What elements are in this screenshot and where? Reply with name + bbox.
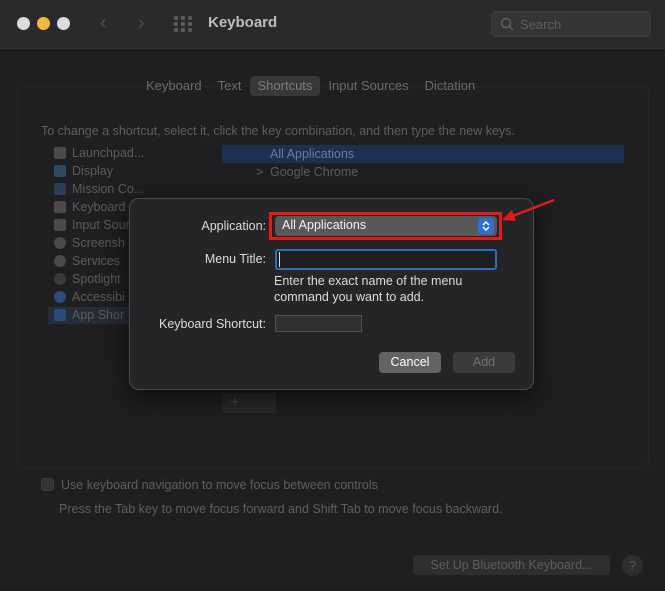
category-label: Accessibi <box>72 290 125 304</box>
category-keyboard[interactable]: Keyboard <box>54 199 126 216</box>
application-label: Application: <box>201 219 266 233</box>
minimize-window-button[interactable] <box>37 17 50 30</box>
mission-control-icon <box>54 183 66 195</box>
category-label: App Shor <box>72 308 125 322</box>
tab-text[interactable]: Text <box>210 76 250 96</box>
hint-line-1: Enter the exact name of the menu <box>274 274 463 288</box>
tab-bar: Keyboard Text Shortcuts Input Sources Di… <box>138 76 483 96</box>
help-button[interactable]: ? <box>622 555 643 576</box>
category-screenshots[interactable]: Screensh <box>54 235 125 252</box>
keyboard-shortcut-label: Keyboard Shortcut: <box>158 317 266 331</box>
gear-icon <box>54 255 66 267</box>
category-label: Screensh <box>72 236 125 250</box>
category-label: Services <box>72 254 120 268</box>
category-accessibility[interactable]: Accessibi <box>54 289 125 306</box>
category-launchpad[interactable]: Launchpad... <box>54 145 144 162</box>
display-icon <box>54 165 66 177</box>
category-label: Keyboard <box>72 200 126 214</box>
annotation-arrow-icon <box>502 198 555 221</box>
category-display[interactable]: Display <box>54 163 113 180</box>
hint-line-2: command you want to add. <box>274 290 425 304</box>
keyboard-icon <box>54 201 66 213</box>
tab-dictation[interactable]: Dictation <box>417 76 484 96</box>
menu-title-input[interactable] <box>275 249 497 270</box>
keyboard-navigation-checkbox[interactable] <box>41 478 54 491</box>
category-mission-control[interactable]: Mission Co... <box>54 181 144 198</box>
close-window-button[interactable] <box>17 17 30 30</box>
category-services[interactable]: Services <box>54 253 120 270</box>
add-button[interactable]: Add <box>453 352 515 373</box>
tab-keyboard[interactable]: Keyboard <box>138 76 210 96</box>
screenshot-icon <box>54 237 66 249</box>
tab-shortcuts[interactable]: Shortcuts <box>249 76 321 96</box>
text-caret <box>279 252 280 267</box>
list-item-label: All Applications <box>270 147 355 161</box>
search-field[interactable] <box>491 11 651 37</box>
app-store-icon <box>54 309 66 321</box>
zoom-window-button[interactable] <box>57 17 70 30</box>
search-input[interactable] <box>520 15 640 33</box>
menu-title-hint: Enter the exact name of the menu command… <box>274 273 462 305</box>
menu-title-label: Menu Title: <box>204 252 266 266</box>
list-item[interactable]: All Applications <box>222 145 624 163</box>
keyboard-shortcut-field[interactable] <box>275 315 362 332</box>
forward-chevron-icon[interactable]: › <box>138 13 145 33</box>
accessibility-icon <box>54 291 66 303</box>
search-icon <box>500 17 514 31</box>
category-label: Input Sour <box>72 218 130 232</box>
add-shortcut-button[interactable]: + <box>230 393 239 413</box>
input-sources-icon <box>54 219 66 231</box>
system-preferences-window: ‹ › Keyboard Keyboard Text Shortcuts Inp… <box>0 0 665 591</box>
keyboard-navigation-label: Use keyboard navigation to move focus be… <box>61 478 378 492</box>
set-up-bluetooth-keyboard-button[interactable]: Set Up Bluetooth Keyboard... <box>413 555 610 575</box>
category-input-sources[interactable]: Input Sour <box>54 217 130 234</box>
list-item-label: Google Chrome <box>270 165 359 179</box>
category-label: Mission Co... <box>72 182 145 196</box>
spotlight-icon <box>54 273 66 285</box>
launchpad-icon <box>54 147 66 159</box>
category-spotlight[interactable]: Spotlight <box>54 271 121 288</box>
cancel-button[interactable]: Cancel <box>379 352 441 373</box>
chevron-right-icon[interactable]: > <box>256 163 270 181</box>
keyboard-navigation-description: Press the Tab key to move focus forward … <box>59 502 503 516</box>
annotation-highlight-box <box>269 212 502 240</box>
add-remove-control: + <box>222 393 276 413</box>
category-label: Launchpad... <box>72 146 145 160</box>
title-bar: ‹ › Keyboard <box>0 0 665 51</box>
tab-input-sources[interactable]: Input Sources <box>320 76 416 96</box>
back-chevron-icon[interactable]: ‹ <box>100 13 107 33</box>
category-label: Spotlight <box>72 272 121 286</box>
window-title: Keyboard <box>208 14 278 31</box>
show-all-grid-icon[interactable] <box>174 16 192 32</box>
instructions-text: To change a shortcut, select it, click t… <box>41 124 515 138</box>
list-item[interactable]: > Google Chrome <box>222 163 624 181</box>
category-label: Display <box>72 164 113 178</box>
